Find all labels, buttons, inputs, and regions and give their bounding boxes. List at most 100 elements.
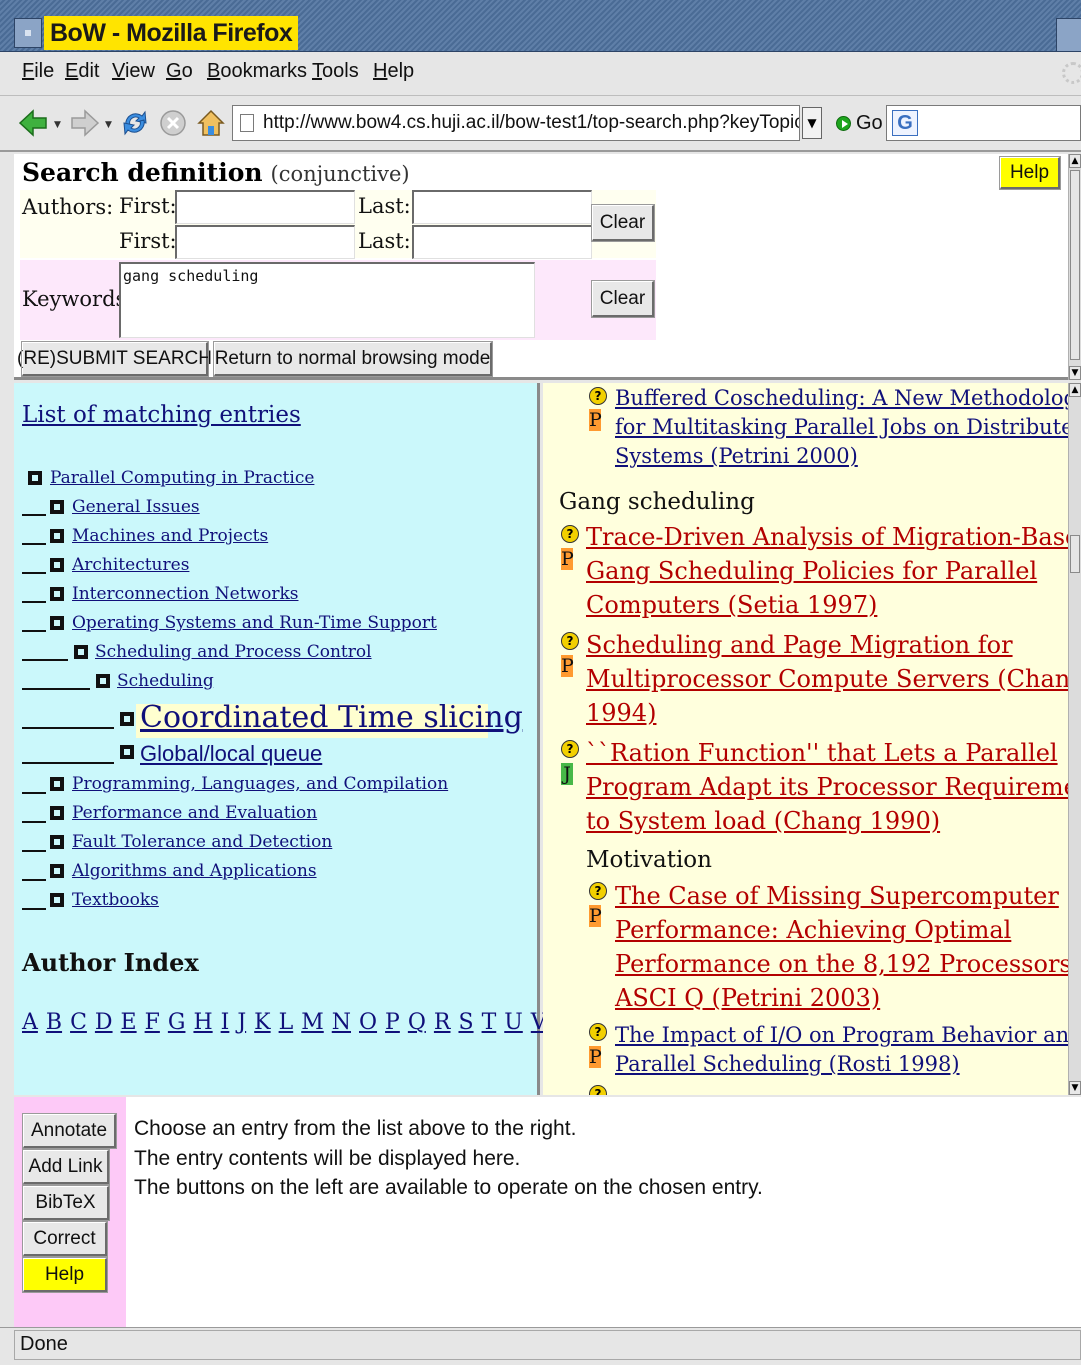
letter-link[interactable]: N <box>332 1010 351 1035</box>
address-bar[interactable]: http://www.bow4.cs.huji.ac.il/bow-test1/… <box>232 105 800 141</box>
tree-item-operating-systems[interactable]: Operating Systems and Run-Time Support <box>72 613 437 633</box>
clear-keywords-button[interactable]: Clear <box>591 280 655 318</box>
letter-link[interactable]: D <box>95 1010 113 1035</box>
tree-node-icon[interactable] <box>50 558 64 572</box>
tree-node-icon[interactable] <box>120 745 134 759</box>
author-1-last-field[interactable] <box>412 190 592 224</box>
author-1-first-field[interactable] <box>175 190 355 224</box>
tree-item-parallel-computing[interactable]: Parallel Computing in Practice <box>50 468 314 488</box>
tree-item-programming[interactable]: Programming, Languages, and Compilation <box>72 774 448 794</box>
correct-button[interactable]: Correct <box>22 1221 108 1257</box>
result-link[interactable]: Gang Scheduling Policies for Parallel <box>586 557 1037 585</box>
tree-node-icon[interactable] <box>50 616 64 630</box>
go-icon[interactable] <box>836 116 851 131</box>
annotate-button[interactable]: Annotate <box>22 1113 117 1149</box>
tree-node-icon[interactable] <box>50 777 64 791</box>
result-link[interactable]: to System load (Chang 1990) <box>586 807 940 835</box>
tree-item-textbooks[interactable]: Textbooks <box>72 890 159 910</box>
menu-view[interactable]: View <box>112 60 155 83</box>
tree-item-interconnection[interactable]: Interconnection Networks <box>72 584 298 604</box>
tree-item-fault-tolerance[interactable]: Fault Tolerance and Detection <box>72 832 332 852</box>
scroll-up-icon[interactable]: ▲ <box>1069 383 1081 397</box>
scroll-thumb[interactable] <box>1070 535 1080 573</box>
result-link[interactable]: ASCI Q (Petrini 2003) <box>615 984 880 1012</box>
tree-item-global-local-queue[interactable]: Global/local queue <box>140 741 322 767</box>
back-icon[interactable] <box>18 108 48 138</box>
letter-link[interactable]: S <box>458 1010 473 1035</box>
tree-item-algorithms[interactable]: Algorithms and Applications <box>72 861 317 881</box>
result-link[interactable]: Performance: Achieving Optimal <box>615 916 1011 944</box>
result-link[interactable]: Program Adapt its Processor Requirements <box>586 773 1068 801</box>
search-help-button[interactable]: Help <box>999 156 1061 190</box>
tree-item-general-issues[interactable]: General Issues <box>72 497 200 517</box>
letter-link[interactable]: R <box>434 1010 451 1035</box>
tree-item-coordinated-time-slicing[interactable]: Coordinated Time slicing <box>140 700 523 735</box>
result-link[interactable]: Trace-Driven Analysis of Migration-Based <box>586 523 1068 551</box>
reload-icon[interactable] <box>120 108 150 138</box>
menu-bookmarks[interactable]: Bookmarks <box>207 60 307 83</box>
resubmit-search-button[interactable]: (RE)SUBMIT SEARCH <box>17 341 212 377</box>
tree-node-icon[interactable] <box>50 835 64 849</box>
menu-go[interactable]: Go <box>166 60 193 83</box>
go-button[interactable]: Go <box>856 112 883 135</box>
result-link[interactable]: The Impact of I/O on Program Behavior an… <box>615 1023 1068 1047</box>
clear-authors-button[interactable]: Clear <box>591 204 655 242</box>
letter-link[interactable]: L <box>279 1010 294 1035</box>
scroll-thumb[interactable] <box>1070 170 1080 360</box>
scroll-down-icon[interactable]: ▼ <box>1069 366 1081 380</box>
result-link[interactable]: Scheduling and Page Migration for <box>586 631 1013 659</box>
scroll-up-icon[interactable]: ▲ <box>1069 154 1081 168</box>
tree-node-icon[interactable] <box>74 645 88 659</box>
letter-link[interactable]: I <box>221 1010 230 1035</box>
tree-node-icon[interactable] <box>50 500 64 514</box>
scroll-down-icon[interactable]: ▼ <box>1069 1081 1081 1095</box>
home-icon[interactable] <box>196 108 226 138</box>
result-link[interactable]: The Case of Missing Supercomputer <box>615 882 1059 910</box>
menu-file[interactable]: File <box>22 60 54 83</box>
address-dropdown-icon[interactable]: ▼ <box>802 107 822 139</box>
letter-link[interactable]: T <box>482 1010 497 1035</box>
tree-node-icon[interactable] <box>50 806 64 820</box>
letter-link[interactable]: Q <box>408 1010 426 1035</box>
tree-node-icon[interactable] <box>50 529 64 543</box>
tree-item-scheduling[interactable]: Scheduling <box>117 671 214 691</box>
letter-link[interactable]: B <box>46 1010 62 1035</box>
window-maximize-icon[interactable] <box>1056 18 1081 52</box>
letter-link[interactable]: K <box>254 1010 270 1035</box>
letter-link[interactable]: M <box>301 1010 324 1035</box>
tree-node-icon[interactable] <box>50 587 64 601</box>
return-browsing-button[interactable]: Return to normal browsing mode <box>213 341 493 377</box>
search-engine-icon[interactable]: G <box>892 110 918 136</box>
letter-link[interactable]: C <box>70 1010 87 1035</box>
back-history-icon[interactable]: ▼ <box>54 120 61 130</box>
entry-help-button[interactable]: Help <box>22 1257 108 1293</box>
letter-link[interactable]: P <box>385 1010 400 1035</box>
result-link[interactable]: Performance on the 8,192 Processors of <box>615 950 1068 978</box>
tree-item-machines-projects[interactable]: Machines and Projects <box>72 526 268 546</box>
results-scrollbar[interactable]: ▲ ▼ <box>1068 383 1081 1095</box>
add-link-button[interactable]: Add Link <box>22 1149 110 1185</box>
result-link[interactable]: Computers (Setia 1997) <box>586 591 877 619</box>
letter-link[interactable]: J <box>237 1010 246 1035</box>
search-scrollbar[interactable]: ▲ ▼ <box>1068 154 1081 380</box>
tree-node-icon[interactable] <box>28 471 42 485</box>
letter-link[interactable]: F <box>145 1010 160 1035</box>
result-link[interactable]: Systems (Petrini 2000) <box>615 444 858 468</box>
result-link[interactable]: 1994) <box>586 699 656 727</box>
tree-node-icon[interactable] <box>50 893 64 907</box>
author-2-last-field[interactable] <box>412 225 592 259</box>
tree-node-icon[interactable] <box>96 674 110 688</box>
forward-icon[interactable] <box>70 108 100 138</box>
result-link[interactable]: Buffered Coscheduling: A New Methodology <box>615 386 1068 410</box>
window-menu-icon[interactable] <box>14 18 42 48</box>
menu-edit[interactable]: Edit <box>65 60 99 83</box>
letter-link[interactable]: O <box>359 1010 377 1035</box>
result-link[interactable]: ``Ration Function'' that Lets a Parallel <box>586 739 1058 767</box>
result-link[interactable]: Multiprocessor Compute Servers (Chandra <box>586 665 1068 693</box>
tree-item-performance[interactable]: Performance and Evaluation <box>72 803 317 823</box>
tree-node-icon[interactable] <box>120 712 134 726</box>
menu-tools[interactable]: Tools <box>312 60 359 83</box>
keywords-field[interactable]: gang scheduling <box>119 262 535 338</box>
letter-link[interactable]: U <box>504 1010 523 1035</box>
result-link[interactable]: for Multitasking Parallel Jobs on Distri… <box>615 415 1068 439</box>
